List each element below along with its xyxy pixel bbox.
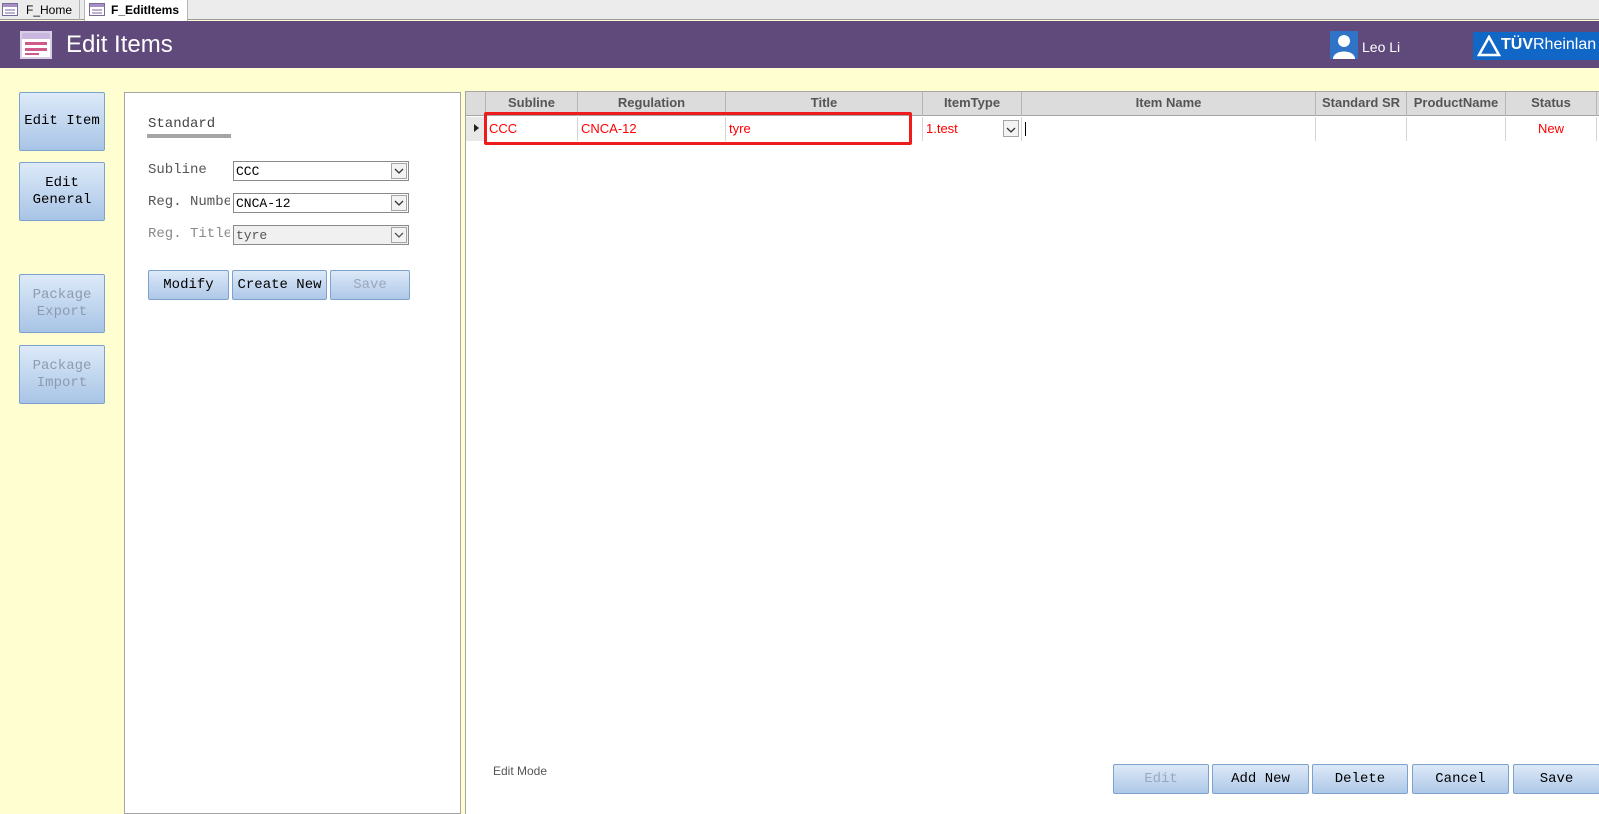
package-export-label-line1: Package — [32, 286, 92, 303]
package-import-label-line1: Package — [32, 357, 92, 374]
chevron-down-icon[interactable] — [391, 195, 407, 211]
modify-button[interactable]: Modify — [148, 270, 229, 300]
app-header: Edit Items Leo Li TÜVRheinlan — [0, 21, 1599, 68]
cancel-button[interactable]: Cancel — [1412, 764, 1509, 794]
package-import-label-line2: Import — [36, 374, 88, 391]
items-grid: Subline Regulation Title ItemType Item N… — [465, 91, 1599, 814]
add-new-button[interactable]: Add New — [1212, 764, 1309, 794]
edit-general-label-line1: Edit — [45, 174, 79, 191]
cell-item-name[interactable] — [1022, 117, 1316, 141]
select-all-corner[interactable] — [466, 92, 486, 116]
col-header-itemtype[interactable]: ItemType — [923, 92, 1022, 116]
tab-f-home[interactable]: F_Home — [0, 0, 80, 20]
tuv-logo-triangle-icon — [1476, 34, 1502, 57]
col-header-standard-sr[interactable]: Standard SR — [1316, 92, 1407, 116]
grid-header: Subline Regulation Title ItemType Item N… — [466, 92, 1599, 116]
reg-number-label: Reg. Numbe — [148, 194, 230, 210]
logo-text-tuv: TÜV — [1501, 36, 1533, 53]
document-tabs: F_Home F_EditItems — [0, 0, 1599, 21]
grid-save-button[interactable]: Save — [1513, 764, 1599, 794]
form-icon — [20, 31, 52, 59]
cell-itemtype[interactable]: 1.test — [923, 117, 1022, 141]
tab-f-home-label: F_Home — [26, 3, 73, 17]
standard-panel: Standard Subline CCC Reg. Numbe CNCA-12 … — [124, 92, 461, 814]
edit-general-label-line2: General — [32, 191, 92, 208]
cancel-label: Cancel — [1435, 771, 1486, 787]
subline-value: CCC — [236, 164, 260, 179]
tab-f-edititems-label: F_EditItems — [111, 3, 180, 17]
tuv-rheinland-logo: TÜVRheinlan — [1473, 32, 1599, 60]
edit-button[interactable]: Edit — [1113, 764, 1209, 794]
cell-productname[interactable] — [1407, 117, 1506, 141]
reg-number-combo[interactable]: CNCA-12 — [233, 193, 409, 213]
cell-standard-sr[interactable] — [1316, 117, 1407, 141]
standard-save-button[interactable]: Save — [330, 270, 410, 300]
package-import-button[interactable]: Package Import — [19, 345, 105, 404]
user-icon[interactable] — [1330, 31, 1358, 59]
logo-text-rheinland: Rheinlan — [1533, 36, 1597, 53]
form-icon — [89, 3, 105, 16]
chevron-down-icon[interactable] — [391, 227, 407, 243]
edit-button-label: Edit — [1144, 771, 1178, 787]
tab-f-edititems[interactable]: F_EditItems — [84, 0, 188, 21]
cell-title[interactable]: tyre — [726, 117, 923, 141]
create-new-label: Create New — [237, 277, 322, 293]
standard-section-title: Standard — [148, 116, 216, 132]
modify-label: Modify — [163, 277, 214, 293]
delete-button[interactable]: Delete — [1312, 764, 1408, 794]
reg-title-value: tyre — [236, 228, 268, 243]
grid-save-label: Save — [1539, 771, 1574, 787]
package-export-label-line2: Export — [36, 303, 88, 320]
delete-label: Delete — [1334, 771, 1386, 787]
chevron-down-icon[interactable] — [391, 163, 407, 179]
col-header-item-name[interactable]: Item Name — [1022, 92, 1316, 116]
edit-item-label: Edit Item — [24, 113, 100, 129]
cell-status[interactable]: New — [1506, 117, 1597, 141]
text-caret — [1025, 122, 1026, 136]
col-header-regulation[interactable]: Regulation — [578, 92, 726, 116]
cell-subline[interactable]: CCC — [486, 117, 578, 141]
col-header-subline[interactable]: Subline — [486, 92, 578, 116]
col-header-status[interactable]: Status — [1506, 92, 1597, 116]
subline-label: Subline — [148, 162, 207, 178]
page-title: Edit Items — [66, 31, 173, 58]
col-header-productname[interactable]: ProductName — [1407, 92, 1506, 116]
add-new-label: Add New — [1231, 771, 1290, 787]
table-row[interactable]: CCC CNCA-12 tyre 1.test New — [466, 117, 1599, 141]
reg-title-label: Reg. Title — [148, 226, 230, 242]
user-name: Leo Li — [1362, 39, 1401, 55]
edit-general-button[interactable]: Edit General — [19, 162, 105, 221]
cell-regulation[interactable]: CNCA-12 — [578, 117, 726, 141]
chevron-down-icon[interactable] — [1003, 120, 1019, 137]
col-header-title[interactable]: Title — [726, 92, 923, 116]
standard-save-label: Save — [353, 277, 387, 293]
form-icon — [2, 3, 18, 16]
row-pointer-icon[interactable] — [466, 117, 486, 141]
create-new-button[interactable]: Create New — [232, 270, 327, 300]
subline-combo[interactable]: CCC — [233, 161, 409, 181]
standard-title-underline — [147, 134, 231, 138]
edit-mode-label: Edit Mode — [493, 764, 548, 778]
package-export-button[interactable]: Package Export — [19, 274, 105, 333]
reg-number-value: CNCA-12 — [236, 196, 291, 211]
reg-title-combo[interactable]: tyre — [233, 225, 409, 245]
edit-item-button[interactable]: Edit Item — [19, 92, 105, 151]
cell-itemtype-value: 1.test — [926, 121, 958, 136]
